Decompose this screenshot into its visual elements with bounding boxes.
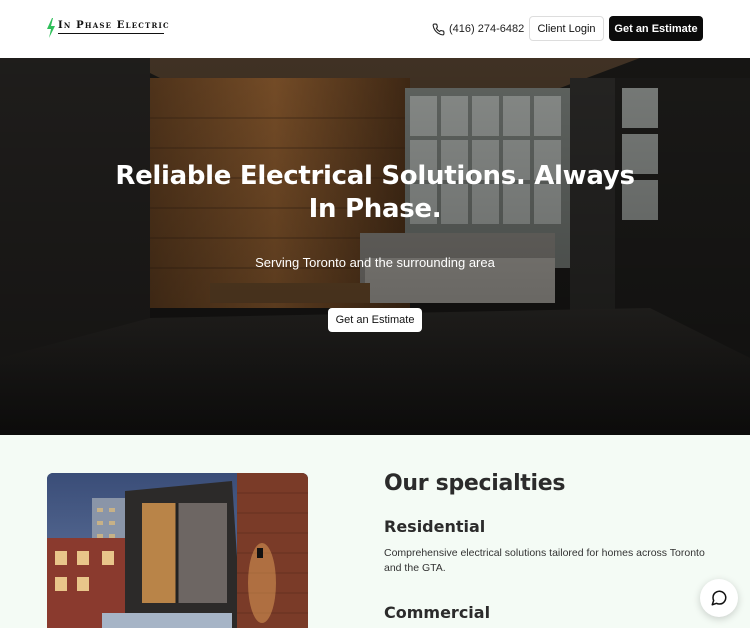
brand-logo[interactable]: In Phase Electric xyxy=(46,18,170,38)
chat-widget-button[interactable] xyxy=(700,579,738,617)
phone-link[interactable]: (416) 274-6482 xyxy=(432,20,524,38)
specialties-section: Our specialties Residential Comprehensiv… xyxy=(0,435,750,628)
header-estimate-button[interactable]: Get an Estimate xyxy=(609,16,703,41)
hero-background-image xyxy=(0,58,750,435)
hero-estimate-button[interactable]: Get an Estimate xyxy=(328,308,422,332)
hero-title: Reliable Electrical Solutions. Always In… xyxy=(115,161,635,224)
building-exterior-image xyxy=(47,473,308,628)
phone-icon xyxy=(432,23,445,35)
brand-name: In Phase Electric xyxy=(58,20,170,31)
specialty-heading-commercial: Commercial xyxy=(384,603,491,622)
specialties-title: Our specialties xyxy=(384,471,566,496)
lightning-bolt-icon xyxy=(47,18,55,38)
logo-underline xyxy=(58,33,164,34)
client-login-button[interactable]: Client Login xyxy=(529,16,604,41)
specialty-description-residential: Comprehensive electrical solutions tailo… xyxy=(384,547,705,574)
hero-subtitle: Serving Toronto and the surrounding area xyxy=(255,255,495,270)
site-header: In Phase Electric (416) 274-6482 Client … xyxy=(0,0,750,58)
hero-section: Reliable Electrical Solutions. Always In… xyxy=(0,58,750,435)
specialty-heading-residential: Residential xyxy=(384,517,486,536)
phone-number: (416) 274-6482 xyxy=(449,23,525,35)
specialty-photo xyxy=(47,473,308,628)
chat-bubble-icon xyxy=(711,590,727,606)
